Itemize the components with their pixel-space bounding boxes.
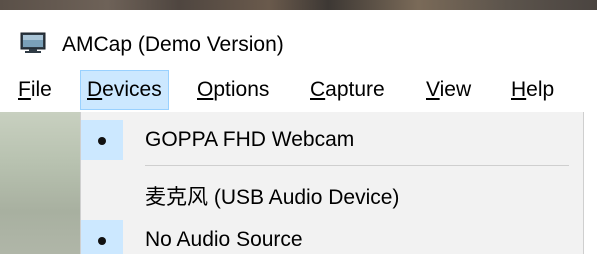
menu-file-label: ile: [30, 78, 52, 101]
menu-capture[interactable]: Capture: [304, 70, 391, 110]
menu-help-label: elp: [526, 78, 555, 101]
menu-item-no-audio-source[interactable]: No Audio Source: [81, 218, 583, 254]
checkmark-highlight: [81, 120, 123, 160]
checkmark-highlight: [81, 220, 123, 254]
menu-separator: [145, 165, 569, 166]
menu-item-label: GOPPA FHD Webcam: [145, 128, 355, 151]
menu-options-accelerator: O: [197, 78, 214, 101]
menu-options-label: ptions: [213, 78, 270, 101]
menu-capture-accelerator: C: [310, 78, 326, 101]
menu-view-label: iew: [439, 78, 472, 101]
radio-bullet-icon: [98, 137, 106, 145]
menu-item-audio-device[interactable]: 麦克风 (USB Audio Device): [81, 176, 583, 220]
menu-view[interactable]: View: [420, 70, 477, 110]
menu-devices-accelerator: D: [87, 78, 103, 101]
menu-capture-label: apture: [325, 78, 385, 101]
devices-dropdown-menu: GOPPA FHD Webcam 麦克风 (USB Audio Device) …: [80, 112, 584, 254]
menu-item-video-device[interactable]: GOPPA FHD Webcam: [81, 118, 583, 162]
radio-bullet-icon: [98, 237, 106, 245]
menu-file-accelerator: F: [18, 78, 31, 101]
menu-devices-label: evices: [102, 78, 162, 101]
menu-view-accelerator: V: [426, 78, 440, 101]
menu-options[interactable]: Options: [191, 70, 275, 110]
menu-devices[interactable]: Devices: [80, 70, 169, 110]
menu-item-label: 麦克风 (USB Audio Device): [145, 186, 400, 209]
amcap-app-icon: [20, 32, 46, 53]
window-title: AMCap (Demo Version): [62, 33, 284, 56]
video-preview-area: [0, 112, 80, 254]
menu-help[interactable]: Help: [505, 70, 560, 110]
desktop-background-strip: [0, 0, 597, 10]
menu-file[interactable]: File: [12, 70, 58, 110]
menu-item-label: No Audio Source: [145, 228, 303, 251]
menu-help-accelerator: H: [511, 78, 527, 101]
title-bar: AMCap (Demo Version): [0, 10, 597, 68]
window-background: [584, 112, 597, 254]
